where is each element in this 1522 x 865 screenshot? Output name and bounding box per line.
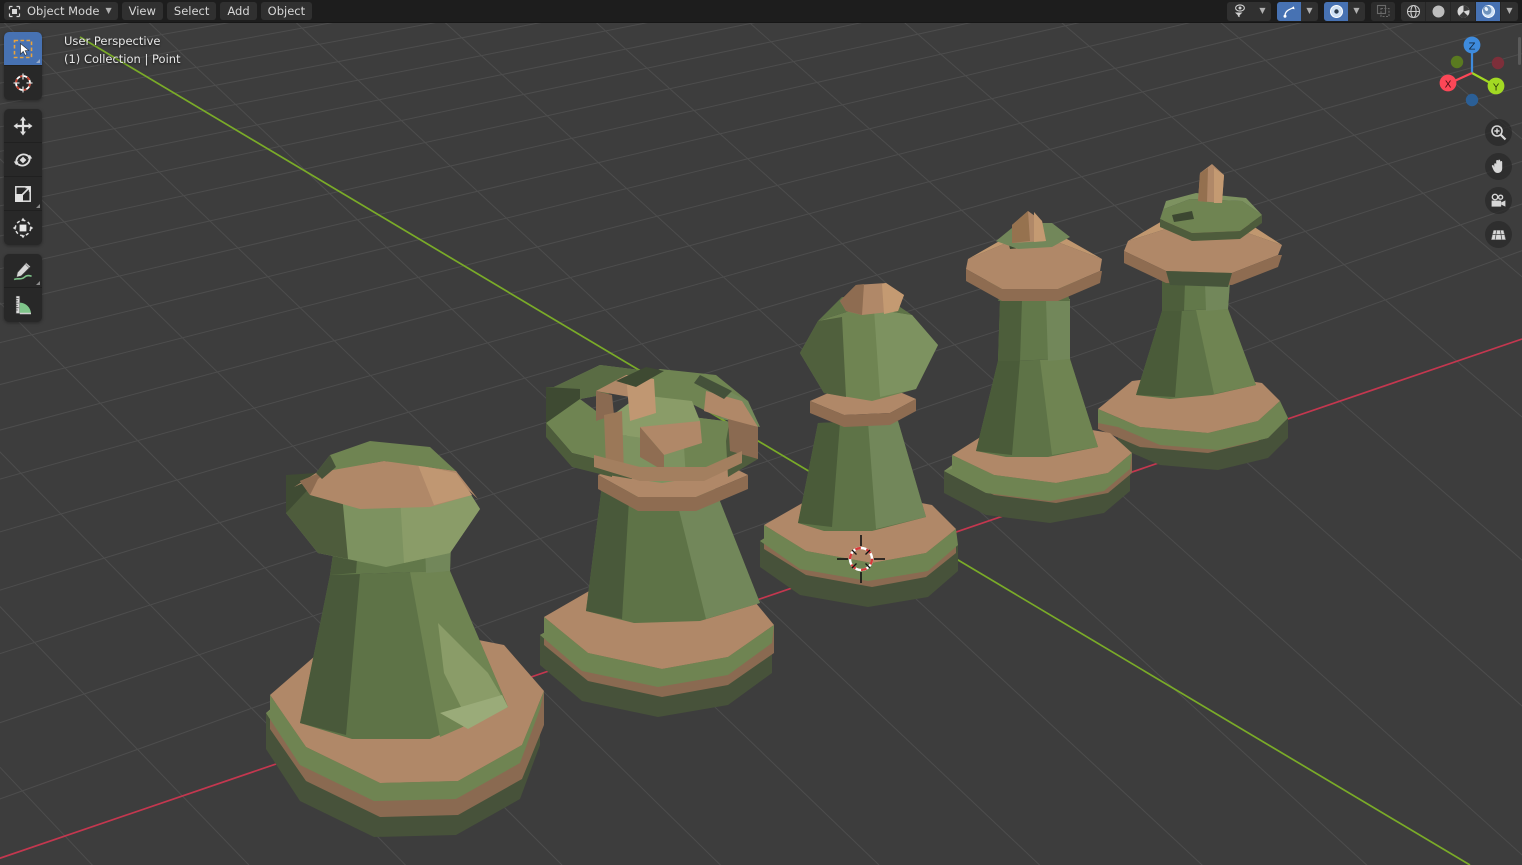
zoom-icon xyxy=(1491,125,1507,141)
gizmo-axis-neg-z xyxy=(1465,93,1479,107)
snap-group: ▼ xyxy=(1277,1,1318,21)
object-mode-icon xyxy=(8,5,21,18)
header-right-group: ▼ ▼ ▼ ▼ xyxy=(1221,1,1522,21)
camera-button[interactable] xyxy=(1485,187,1512,214)
viewport-scroll-indicator[interactable] xyxy=(1518,37,1521,65)
tool-annotate[interactable] xyxy=(4,254,42,288)
proportional-dropdown-button[interactable]: ▼ xyxy=(1348,2,1365,21)
shading-wireframe-button[interactable] xyxy=(1401,2,1425,21)
chevron-down-icon: ▼ xyxy=(1306,6,1313,15)
camera-icon xyxy=(1491,193,1506,207)
gizmo-axis-x-label: X xyxy=(1445,79,1452,90)
snap-dropdown-button[interactable]: ▼ xyxy=(1301,2,1318,21)
shading-solid-button[interactable] xyxy=(1426,2,1450,21)
add-menu[interactable]: Add xyxy=(220,2,257,20)
mode-selector-label: Object Mode xyxy=(27,4,100,18)
shading-dropdown-button[interactable]: ▼ xyxy=(1501,2,1518,21)
object-menu[interactable]: Object xyxy=(260,2,313,20)
zoom-button[interactable] xyxy=(1485,119,1512,146)
gizmo-axis-neg-y xyxy=(1450,55,1464,69)
proportional-editing-group: ▼ xyxy=(1324,1,1365,21)
viewport-header: Object Mode ▼ View Select Add Object ▼ ▼… xyxy=(0,0,1522,23)
shading-material-icon xyxy=(1456,4,1471,19)
select-menu-label: Select xyxy=(173,4,210,18)
tool-cursor[interactable] xyxy=(4,66,42,100)
shading-wireframe-icon xyxy=(1406,4,1421,19)
scale-icon xyxy=(15,185,31,202)
toolbar-group-select xyxy=(4,32,42,100)
gizmo-axis-y-label: Y xyxy=(1492,82,1500,93)
pan-hand-icon xyxy=(1491,159,1503,173)
navigation-axis-gizmo[interactable]: Z Y X xyxy=(1430,31,1514,115)
header-left-group: Object Mode ▼ View Select Add Object xyxy=(0,2,313,20)
visibility-dropdown-button[interactable]: ▼ xyxy=(1254,2,1271,21)
chevron-down-icon: ▼ xyxy=(1506,6,1513,15)
toolbar-group-annotate xyxy=(4,254,42,322)
measure-ruler-icon xyxy=(15,295,31,315)
shading-group: ▼ xyxy=(1401,1,1518,21)
visibility-icon-button[interactable] xyxy=(1227,2,1254,21)
tool-select-box[interactable] xyxy=(4,32,42,66)
tool-submenu-indicator xyxy=(36,204,40,208)
xray-toggle-button[interactable] xyxy=(1371,1,1395,21)
chevron-down-icon: ▼ xyxy=(1259,6,1266,15)
snap-magnet-icon xyxy=(1282,4,1297,19)
move-icon xyxy=(13,116,33,135)
visibility-icon xyxy=(1233,4,1249,18)
orthographic-grid-icon xyxy=(1491,230,1506,240)
viewport-canvas[interactable] xyxy=(0,23,1522,865)
chevron-down-icon: ▼ xyxy=(105,6,112,15)
transform-icon xyxy=(12,217,34,239)
pan-button[interactable] xyxy=(1485,153,1512,180)
viewport-navigation-buttons xyxy=(1485,119,1512,248)
3d-viewport[interactable]: User Perspective (1) Collection | Point xyxy=(0,23,1522,865)
annotate-pencil-icon xyxy=(13,261,32,280)
view-menu-label: View xyxy=(128,4,156,18)
add-menu-label: Add xyxy=(227,4,250,18)
tool-submenu-indicator xyxy=(36,59,40,63)
visibility-group: ▼ xyxy=(1227,1,1271,21)
select-menu[interactable]: Select xyxy=(166,2,217,20)
proportional-editing-icon xyxy=(1329,4,1344,19)
shading-solid-icon xyxy=(1431,4,1446,19)
xray-icon xyxy=(1376,4,1391,18)
tool-rotate[interactable] xyxy=(4,143,42,177)
overlay-group xyxy=(1371,1,1395,21)
mode-selector[interactable]: Object Mode ▼ xyxy=(4,2,118,20)
rotate-icon xyxy=(13,153,33,166)
tool-scale[interactable] xyxy=(4,177,42,211)
gizmo-axis-z-label: Z xyxy=(1469,41,1476,52)
select-box-icon xyxy=(13,39,33,58)
chevron-down-icon: ▼ xyxy=(1353,6,1360,15)
view-menu[interactable]: View xyxy=(121,2,163,20)
object-menu-label: Object xyxy=(267,4,306,18)
toolbar-group-transform xyxy=(4,109,42,245)
viewport-toolbar xyxy=(4,32,42,331)
cursor-icon xyxy=(13,73,33,93)
gizmo-axis-neg-x xyxy=(1491,56,1505,70)
shading-material-button[interactable] xyxy=(1451,2,1475,21)
snap-toggle-button[interactable] xyxy=(1277,1,1301,21)
shading-rendered-icon xyxy=(1481,4,1496,19)
proportional-editing-button[interactable] xyxy=(1324,1,1348,21)
tool-move[interactable] xyxy=(4,109,42,143)
tool-transform[interactable] xyxy=(4,211,42,245)
tool-submenu-indicator xyxy=(36,281,40,285)
tool-measure[interactable] xyxy=(4,288,42,322)
orthographic-button[interactable] xyxy=(1485,221,1512,248)
shading-rendered-button[interactable] xyxy=(1476,1,1500,21)
blender-window: Object Mode ▼ View Select Add Object ▼ ▼… xyxy=(0,0,1522,865)
